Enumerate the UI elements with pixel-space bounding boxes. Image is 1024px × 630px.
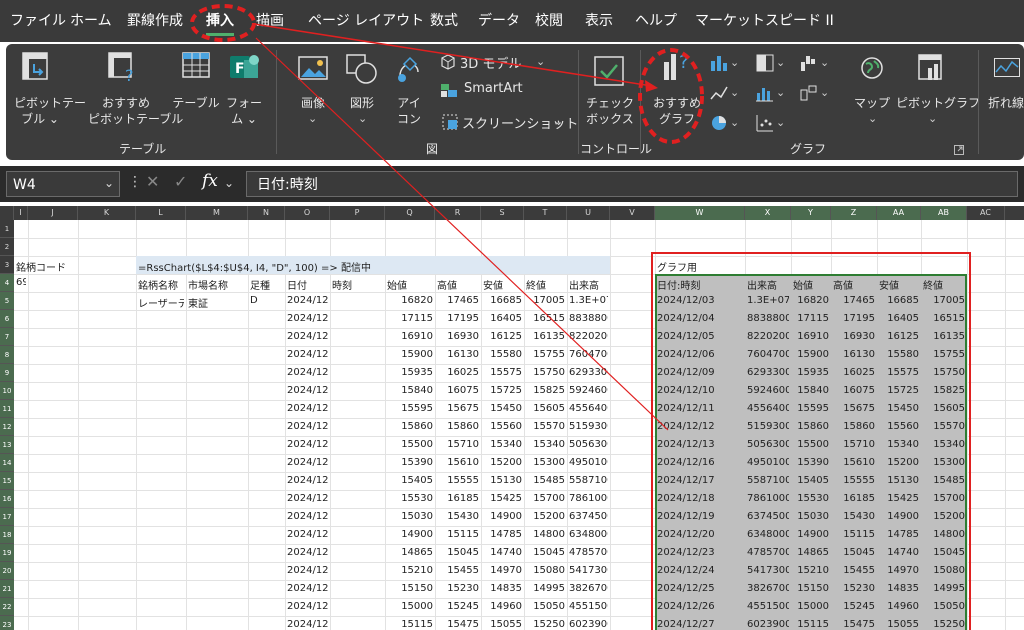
annotation-circle-recommended-charts bbox=[638, 48, 704, 144]
annotation-guide-line bbox=[255, 37, 669, 431]
annotation-arrow-line bbox=[253, 23, 653, 87]
annotation-arrowhead bbox=[645, 80, 658, 92]
annotation-circle-insert-tab bbox=[190, 4, 256, 42]
annotation-overlay bbox=[190, 4, 704, 431]
